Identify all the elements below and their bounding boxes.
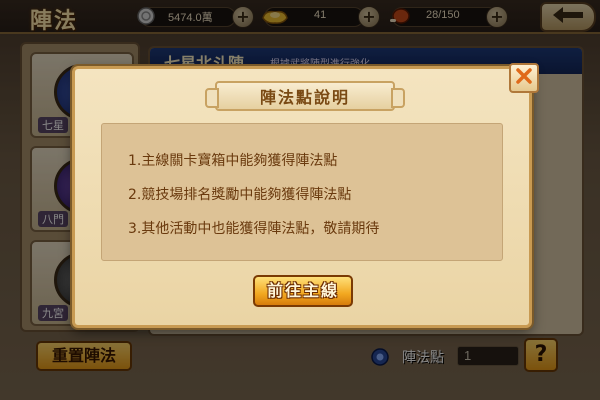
- dialog-title-plate: 陣法點說明: [205, 81, 405, 111]
- go-to-main-story-button[interactable]: 前往主線: [253, 275, 353, 307]
- rules-box: 1.主線關卡寶箱中能夠獲得陣法點 2.競技場排名獎勵中能夠獲得陣法點 3.其他活…: [101, 123, 503, 261]
- dialog-title: 陣法點說明: [259, 88, 350, 107]
- formation-points-dialog: 陣法點說明 1.主線關卡寶箱中能夠獲得陣法點 2.競技場排名獎勵中能夠獲得陣法點…: [72, 63, 539, 328]
- rule-text: 1.主線關卡寶箱中能夠獲得陣法點: [128, 153, 338, 169]
- close-button[interactable]: [509, 63, 539, 93]
- rule-text: 2.競技場排名獎勵中能夠獲得陣法點: [128, 187, 352, 203]
- close-x-icon: [515, 67, 533, 89]
- rule-text: 3.其他活動中也能獲得陣法點，敬請期待: [128, 221, 380, 237]
